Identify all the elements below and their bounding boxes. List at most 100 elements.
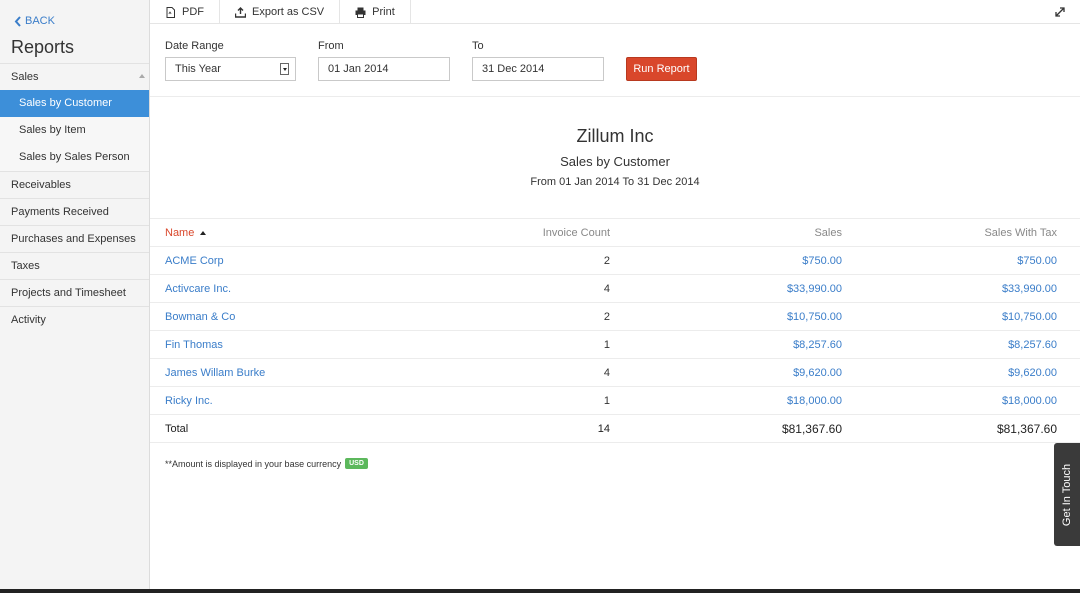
from-date-value: 01 Jan 2014 <box>328 63 389 75</box>
report-company: Zillum Inc <box>576 126 654 146</box>
customer-link[interactable]: James Willam Burke <box>165 367 265 379</box>
sidebar-item-sales[interactable]: Sales <box>0 63 149 90</box>
sidebar-item-taxes[interactable]: Taxes <box>0 252 149 279</box>
chevron-left-icon <box>14 15 21 27</box>
sales-amount-link[interactable]: $10,750.00 <box>787 311 842 323</box>
export-csv-label: Export as CSV <box>252 6 325 18</box>
expand-icon[interactable] <box>1054 6 1066 18</box>
print-label: Print <box>372 6 395 18</box>
export-csv-button[interactable]: Export as CSV <box>220 0 341 24</box>
sales-by-customer-table: Name Invoice Count Sales Sales With Tax … <box>150 218 1080 443</box>
toolbar: PDF Export as CSV Print <box>150 0 1080 24</box>
report-filters: Date Range This Year From 01 Jan 2014 To… <box>150 24 1080 97</box>
sidebar-item-label: Sales <box>11 71 39 83</box>
sales-with-tax-link[interactable]: $10,750.00 <box>1002 311 1057 323</box>
customer-link[interactable]: ACME Corp <box>165 255 224 267</box>
to-label: To <box>472 40 484 52</box>
invoice-count-cell: 1 <box>480 330 610 359</box>
sales-with-tax-link[interactable]: $9,620.00 <box>1008 367 1057 379</box>
currency-footnote: **Amount is displayed in your base curre… <box>165 458 368 469</box>
sidebar-item-label: Taxes <box>11 260 40 272</box>
sidebar-item-purchases-and-expenses[interactable]: Purchases and Expenses <box>0 225 149 252</box>
column-header-sales-with-tax[interactable]: Sales With Tax <box>842 218 1080 247</box>
sidebar-item-label: Projects and Timesheet <box>11 287 126 299</box>
pdf-button[interactable]: PDF <box>150 0 220 24</box>
back-label: BACK <box>25 15 55 27</box>
total-sales: $81,367.60 <box>610 414 842 443</box>
sidebar-item-sales-by-item[interactable]: Sales by Item <box>0 117 149 144</box>
get-in-touch-button[interactable]: Get In Touch <box>1054 443 1080 546</box>
total-invoice-count: 14 <box>480 414 610 443</box>
customer-link[interactable]: Fin Thomas <box>165 339 223 351</box>
page-title: Reports <box>11 37 75 57</box>
sort-ascending-icon <box>200 230 207 235</box>
column-header-label: Name <box>165 226 195 239</box>
sales-amount-link[interactable]: $9,620.00 <box>793 367 842 379</box>
sales-with-tax-link[interactable]: $33,990.00 <box>1002 283 1057 295</box>
date-range-label: Date Range <box>165 40 224 52</box>
sidebar-item-label: Activity <box>11 314 46 326</box>
customer-link[interactable]: Bowman & Co <box>165 311 235 323</box>
date-range-select[interactable]: This Year <box>165 57 296 81</box>
sales-amount-link[interactable]: $750.00 <box>802 255 842 267</box>
sales-with-tax-link[interactable]: $750.00 <box>1017 255 1057 267</box>
sidebar-item-projects-and-timesheet[interactable]: Projects and Timesheet <box>0 279 149 306</box>
sales-amount-link[interactable]: $8,257.60 <box>793 339 842 351</box>
report-nav: Sales Sales by Customer Sales by Item Sa… <box>0 63 149 333</box>
table-row: Activcare Inc. 4 $33,990.00 $33,990.00 <box>150 274 1080 303</box>
print-button[interactable]: Print <box>340 0 411 24</box>
sidebar-item-label: Purchases and Expenses <box>11 233 136 245</box>
sidebar-item-receivables[interactable]: Receivables <box>0 171 149 198</box>
sidebar-item-activity[interactable]: Activity <box>0 306 149 333</box>
from-label: From <box>318 40 344 52</box>
back-link[interactable]: BACK <box>14 15 55 27</box>
sidebar-item-label: Sales by Sales Person <box>19 151 130 163</box>
sales-amount-link[interactable]: $33,990.00 <box>787 283 842 295</box>
table-total-row: Total 14 $81,367.60 $81,367.60 <box>150 414 1080 443</box>
sales-with-tax-link[interactable]: $18,000.00 <box>1002 395 1057 407</box>
sidebar-item-label: Sales by Customer <box>19 97 112 109</box>
get-in-touch-label: Get In Touch <box>1061 463 1073 526</box>
table-row: ACME Corp 2 $750.00 $750.00 <box>150 246 1080 275</box>
sidebar-item-sales-by-sales-person[interactable]: Sales by Sales Person <box>0 144 149 171</box>
export-icon <box>235 6 246 18</box>
invoice-count-cell: 4 <box>480 358 610 387</box>
bottom-edge <box>0 589 1080 593</box>
sales-amount-link[interactable]: $18,000.00 <box>787 395 842 407</box>
table-row: Fin Thomas 1 $8,257.60 $8,257.60 <box>150 330 1080 359</box>
sidebar-item-label: Sales by Item <box>19 124 86 136</box>
caret-up-icon <box>139 74 145 78</box>
table-row: Bowman & Co 2 $10,750.00 $10,750.00 <box>150 302 1080 331</box>
sales-with-tax-link[interactable]: $8,257.60 <box>1008 339 1057 351</box>
invoice-count-cell: 2 <box>480 246 610 275</box>
customer-link[interactable]: Ricky Inc. <box>165 395 213 407</box>
sidebar-item-sales-by-customer[interactable]: Sales by Customer <box>0 90 149 117</box>
to-date-value: 31 Dec 2014 <box>482 63 545 75</box>
invoice-count-cell: 1 <box>480 386 610 415</box>
column-header-sales[interactable]: Sales <box>610 218 842 247</box>
printer-icon <box>355 7 366 18</box>
pdf-label: PDF <box>182 6 204 18</box>
column-header-name[interactable]: Name <box>150 218 480 247</box>
sidebar-item-label: Payments Received <box>11 206 109 218</box>
sidebar-item-payments-received[interactable]: Payments Received <box>0 198 149 225</box>
pdf-file-icon <box>166 6 175 18</box>
column-header-invoice-count[interactable]: Invoice Count <box>480 218 610 247</box>
report-date-range: From 01 Jan 2014 To 31 Dec 2014 <box>530 176 700 188</box>
to-date-input[interactable]: 31 Dec 2014 <box>472 57 604 81</box>
total-sales-with-tax: $81,367.60 <box>842 414 1080 443</box>
run-report-button[interactable]: Run Report <box>626 57 697 81</box>
from-date-input[interactable]: 01 Jan 2014 <box>318 57 450 81</box>
table-row: James Willam Burke 4 $9,620.00 $9,620.00 <box>150 358 1080 387</box>
invoice-count-cell: 4 <box>480 274 610 303</box>
invoice-count-cell: 2 <box>480 302 610 331</box>
table-header-row: Name Invoice Count Sales Sales With Tax <box>150 218 1080 247</box>
currency-badge: USD <box>345 458 368 469</box>
date-range-value: This Year <box>175 63 221 75</box>
report-name: Sales by Customer <box>560 154 670 169</box>
customer-link[interactable]: Activcare Inc. <box>165 283 231 295</box>
total-label: Total <box>150 414 480 443</box>
sidebar: BACK Reports Sales Sales by Customer Sal… <box>0 0 150 589</box>
footnote-text: **Amount is displayed in your base curre… <box>165 458 342 469</box>
table-row: Ricky Inc. 1 $18,000.00 $18,000.00 <box>150 386 1080 415</box>
